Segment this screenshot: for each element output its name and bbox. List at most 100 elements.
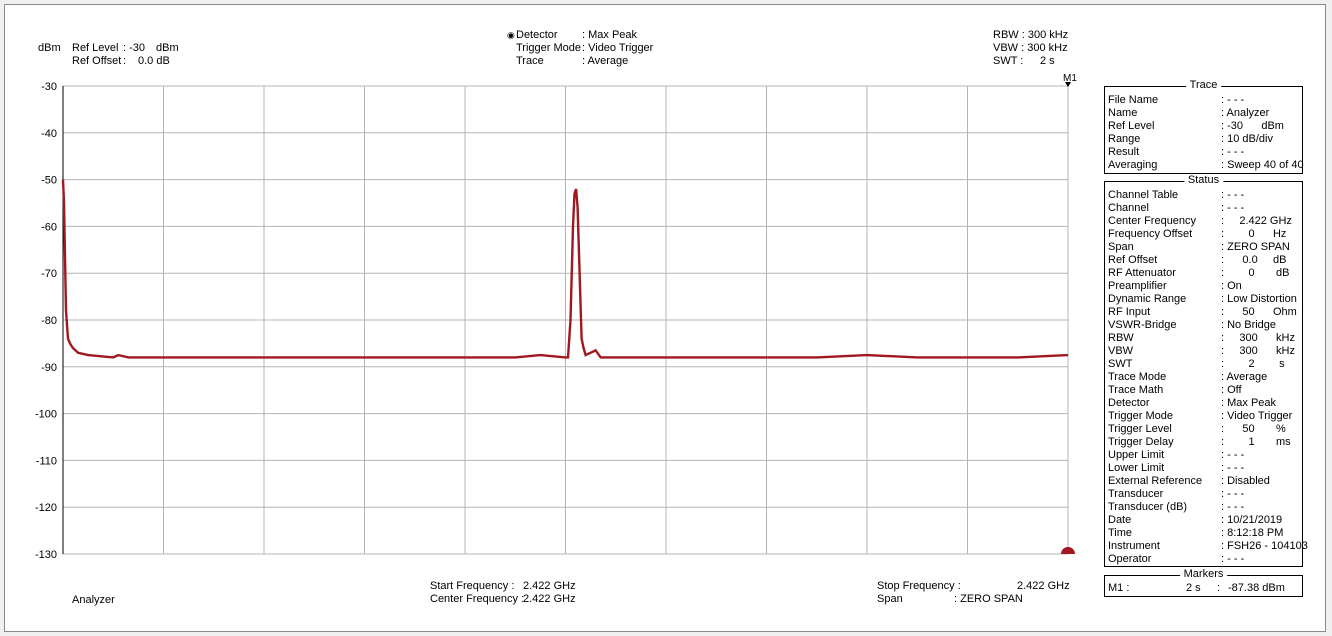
start-frequency-label: Start Frequency : bbox=[430, 580, 515, 592]
status-panel-row-label: Detector bbox=[1108, 397, 1150, 409]
trace-panel-row-value: : -30 dBm bbox=[1221, 120, 1284, 132]
status-panel-row-value: : ZERO SPAN bbox=[1221, 241, 1290, 253]
status-panel-title: Status bbox=[1183, 174, 1224, 187]
status-panel-row: Ref Offset: 0.0 dB bbox=[1108, 254, 1299, 267]
status-panel-row: Trace Math: Off bbox=[1108, 384, 1299, 397]
status-panel-row-value: : 2.422 GHz bbox=[1221, 215, 1292, 227]
status-panel-row-label: Operator bbox=[1108, 553, 1152, 565]
status-panel-row-value: : 0 dB bbox=[1221, 267, 1290, 279]
mode-label: Analyzer bbox=[72, 594, 115, 606]
trace-panel-row: Range: 10 dB/div bbox=[1108, 133, 1299, 146]
trace-panel-row: Result: - - - bbox=[1108, 146, 1299, 159]
status-panel-row-label: VSWR-Bridge bbox=[1108, 319, 1177, 331]
span-value: : ZERO SPAN bbox=[954, 593, 1023, 605]
status-panel-row-value: : Off bbox=[1221, 384, 1242, 396]
status-panel-row-label: Upper Limit bbox=[1108, 449, 1165, 461]
trace-panel-row-value: : 10 dB/div bbox=[1221, 133, 1273, 145]
status-panel-row-label: Lower Limit bbox=[1108, 462, 1165, 474]
status-panel-row: Channel : - - - bbox=[1108, 202, 1299, 215]
status-panel-row-label: Dynamic Range bbox=[1108, 293, 1187, 305]
status-panel-row-label: Frequency Offset bbox=[1108, 228, 1193, 240]
marker-m1-value: -87.38 dBm bbox=[1228, 582, 1285, 594]
status-panel-row-value: : - - - bbox=[1221, 202, 1245, 214]
status-panel-row-label: Transducer (dB) bbox=[1108, 501, 1188, 513]
status-panel-row-label: RBW bbox=[1108, 332, 1134, 344]
status-panel-row-value: : 50 Ohm bbox=[1221, 306, 1297, 318]
trace-panel-row: Ref Level : -30 dBm bbox=[1108, 120, 1299, 133]
status-panel-row: VBW : 300 kHz bbox=[1108, 345, 1299, 358]
status-panel-row-value: : - - - bbox=[1221, 449, 1245, 461]
trace-panel: Trace File Name: - - - Name: Analyzer Ref … bbox=[1104, 79, 1304, 174]
y-tick-labels: -30 -40 -50 -60 -70 -80 -90 -100 -110 -120 -130 bbox=[35, 81, 57, 561]
marker-m1-sep: : bbox=[1217, 582, 1221, 594]
status-panel-row-label: Instrument bbox=[1108, 540, 1160, 552]
status-panel-row: RBW : 300 kHz bbox=[1108, 332, 1299, 345]
status-panel-row: Transducer (dB): - - - bbox=[1108, 501, 1299, 514]
status-panel-row: Time: 8:12:18 PM bbox=[1108, 527, 1299, 540]
markers-panel-title: Markers bbox=[1179, 568, 1228, 581]
status-panel-row-value: : 8:12:18 PM bbox=[1221, 527, 1284, 539]
status-panel-row-label: Trigger Mode bbox=[1108, 410, 1174, 422]
status-panel-row-label: SWT bbox=[1108, 358, 1133, 370]
status-panel-row-label: Trigger Delay bbox=[1108, 436, 1174, 448]
y-tick-label: -110 bbox=[36, 455, 57, 467]
status-panel-row: Frequency Offset: 0 Hz bbox=[1108, 228, 1299, 241]
y-tick-label: -80 bbox=[41, 315, 57, 327]
stop-frequency-label: Stop Frequency : bbox=[877, 580, 961, 592]
center-frequency-value: 2.422 GHz bbox=[523, 593, 576, 605]
status-panel-row-label: External Reference bbox=[1108, 475, 1203, 487]
trace-panel-row-value: : Analyzer bbox=[1221, 107, 1270, 119]
status-panel-row-value: : 300 kHz bbox=[1221, 332, 1295, 344]
status-panel: Status Channel Table : - - - Channel : - - … bbox=[1104, 174, 1308, 567]
status-panel-row: Transducer : - - - bbox=[1108, 488, 1299, 501]
status-panel-row-label: Channel Table bbox=[1108, 189, 1179, 201]
status-panel-row-value: : - - - bbox=[1221, 553, 1245, 565]
status-panel-row-value: : Video Trigger bbox=[1221, 410, 1293, 422]
status-panel-row: RF Input: 50 Ohm bbox=[1108, 306, 1299, 319]
status-panel-row: Upper Limit : - - - bbox=[1108, 449, 1299, 462]
status-panel-row: Detector: Max Peak bbox=[1108, 397, 1299, 410]
status-panel-row: Trigger Mode : Video Trigger bbox=[1108, 410, 1299, 423]
start-frequency-value: 2.422 GHz bbox=[523, 580, 576, 592]
center-frequency-label: Center Frequency : bbox=[430, 593, 525, 605]
y-tick-label: -70 bbox=[41, 268, 57, 280]
trace-panel-row-value: : Sweep 40 of 40 bbox=[1221, 159, 1304, 171]
span-label: Span bbox=[877, 593, 903, 605]
status-panel-row-label: Channel bbox=[1108, 202, 1149, 214]
status-panel-row: RF Attenuator: 0 dB bbox=[1108, 267, 1299, 280]
y-tick-label: -60 bbox=[41, 221, 57, 233]
status-panel-row: Dynamic Range: Low Distortion bbox=[1108, 293, 1299, 306]
status-panel-row-label: Center Frequency bbox=[1108, 215, 1197, 227]
status-panel-row-value: : 300 kHz bbox=[1221, 345, 1295, 357]
status-panel-row-label: Date bbox=[1108, 514, 1132, 526]
status-panel-row-label: Trigger Level bbox=[1108, 423, 1172, 435]
chart-grid bbox=[62, 85, 1069, 555]
status-panel-row: Center Frequency : 2.422 GHz bbox=[1108, 215, 1299, 228]
status-panel-row-value: : 2 s bbox=[1221, 358, 1285, 370]
marker-m1-label: M1 : bbox=[1108, 582, 1130, 594]
status-panel-row: Preamplifier: On bbox=[1108, 280, 1299, 293]
status-panel-row: Operator : - - - bbox=[1108, 553, 1299, 566]
y-tick-label: -50 bbox=[41, 175, 57, 187]
trace-panel-row-label: Result bbox=[1108, 146, 1140, 158]
status-panel-row-value: : 50 % bbox=[1221, 423, 1286, 435]
status-panel-row-label: VBW bbox=[1108, 345, 1134, 357]
trace-panel-row-value: : - - - bbox=[1221, 94, 1245, 106]
trace-panel-row-label: Ref Level bbox=[1108, 120, 1155, 132]
status-panel-row-label: Transducer bbox=[1108, 488, 1164, 500]
status-panel-row-value: : - - - bbox=[1221, 488, 1245, 500]
status-panel-row-value: : Disabled bbox=[1221, 475, 1270, 487]
y-tick-label: -120 bbox=[35, 502, 57, 514]
marker-m1-time: 2 s bbox=[1186, 582, 1201, 594]
markers-panel: Markers M1 : 2 s : -87.38 dBm bbox=[1104, 568, 1303, 597]
status-panel-row-value: : 0.0 dB bbox=[1221, 254, 1287, 266]
status-panel-row: Trigger Delay : 1 ms bbox=[1108, 436, 1299, 449]
status-panel-row: Date: 10/21/2019 bbox=[1108, 514, 1299, 527]
status-panel-row-value: : No Bridge bbox=[1221, 319, 1277, 331]
status-panel-row: Instrument: FSH26 - 104103 bbox=[1108, 540, 1308, 553]
trace-panel-row-label: Averaging bbox=[1108, 159, 1158, 171]
status-panel-row-value: : Average bbox=[1221, 371, 1268, 383]
status-panel-row: Span: ZERO SPAN bbox=[1108, 241, 1299, 254]
status-panel-row: Trace Mode: Average bbox=[1108, 371, 1299, 384]
status-panel-row-value: : 1 ms bbox=[1221, 436, 1291, 448]
